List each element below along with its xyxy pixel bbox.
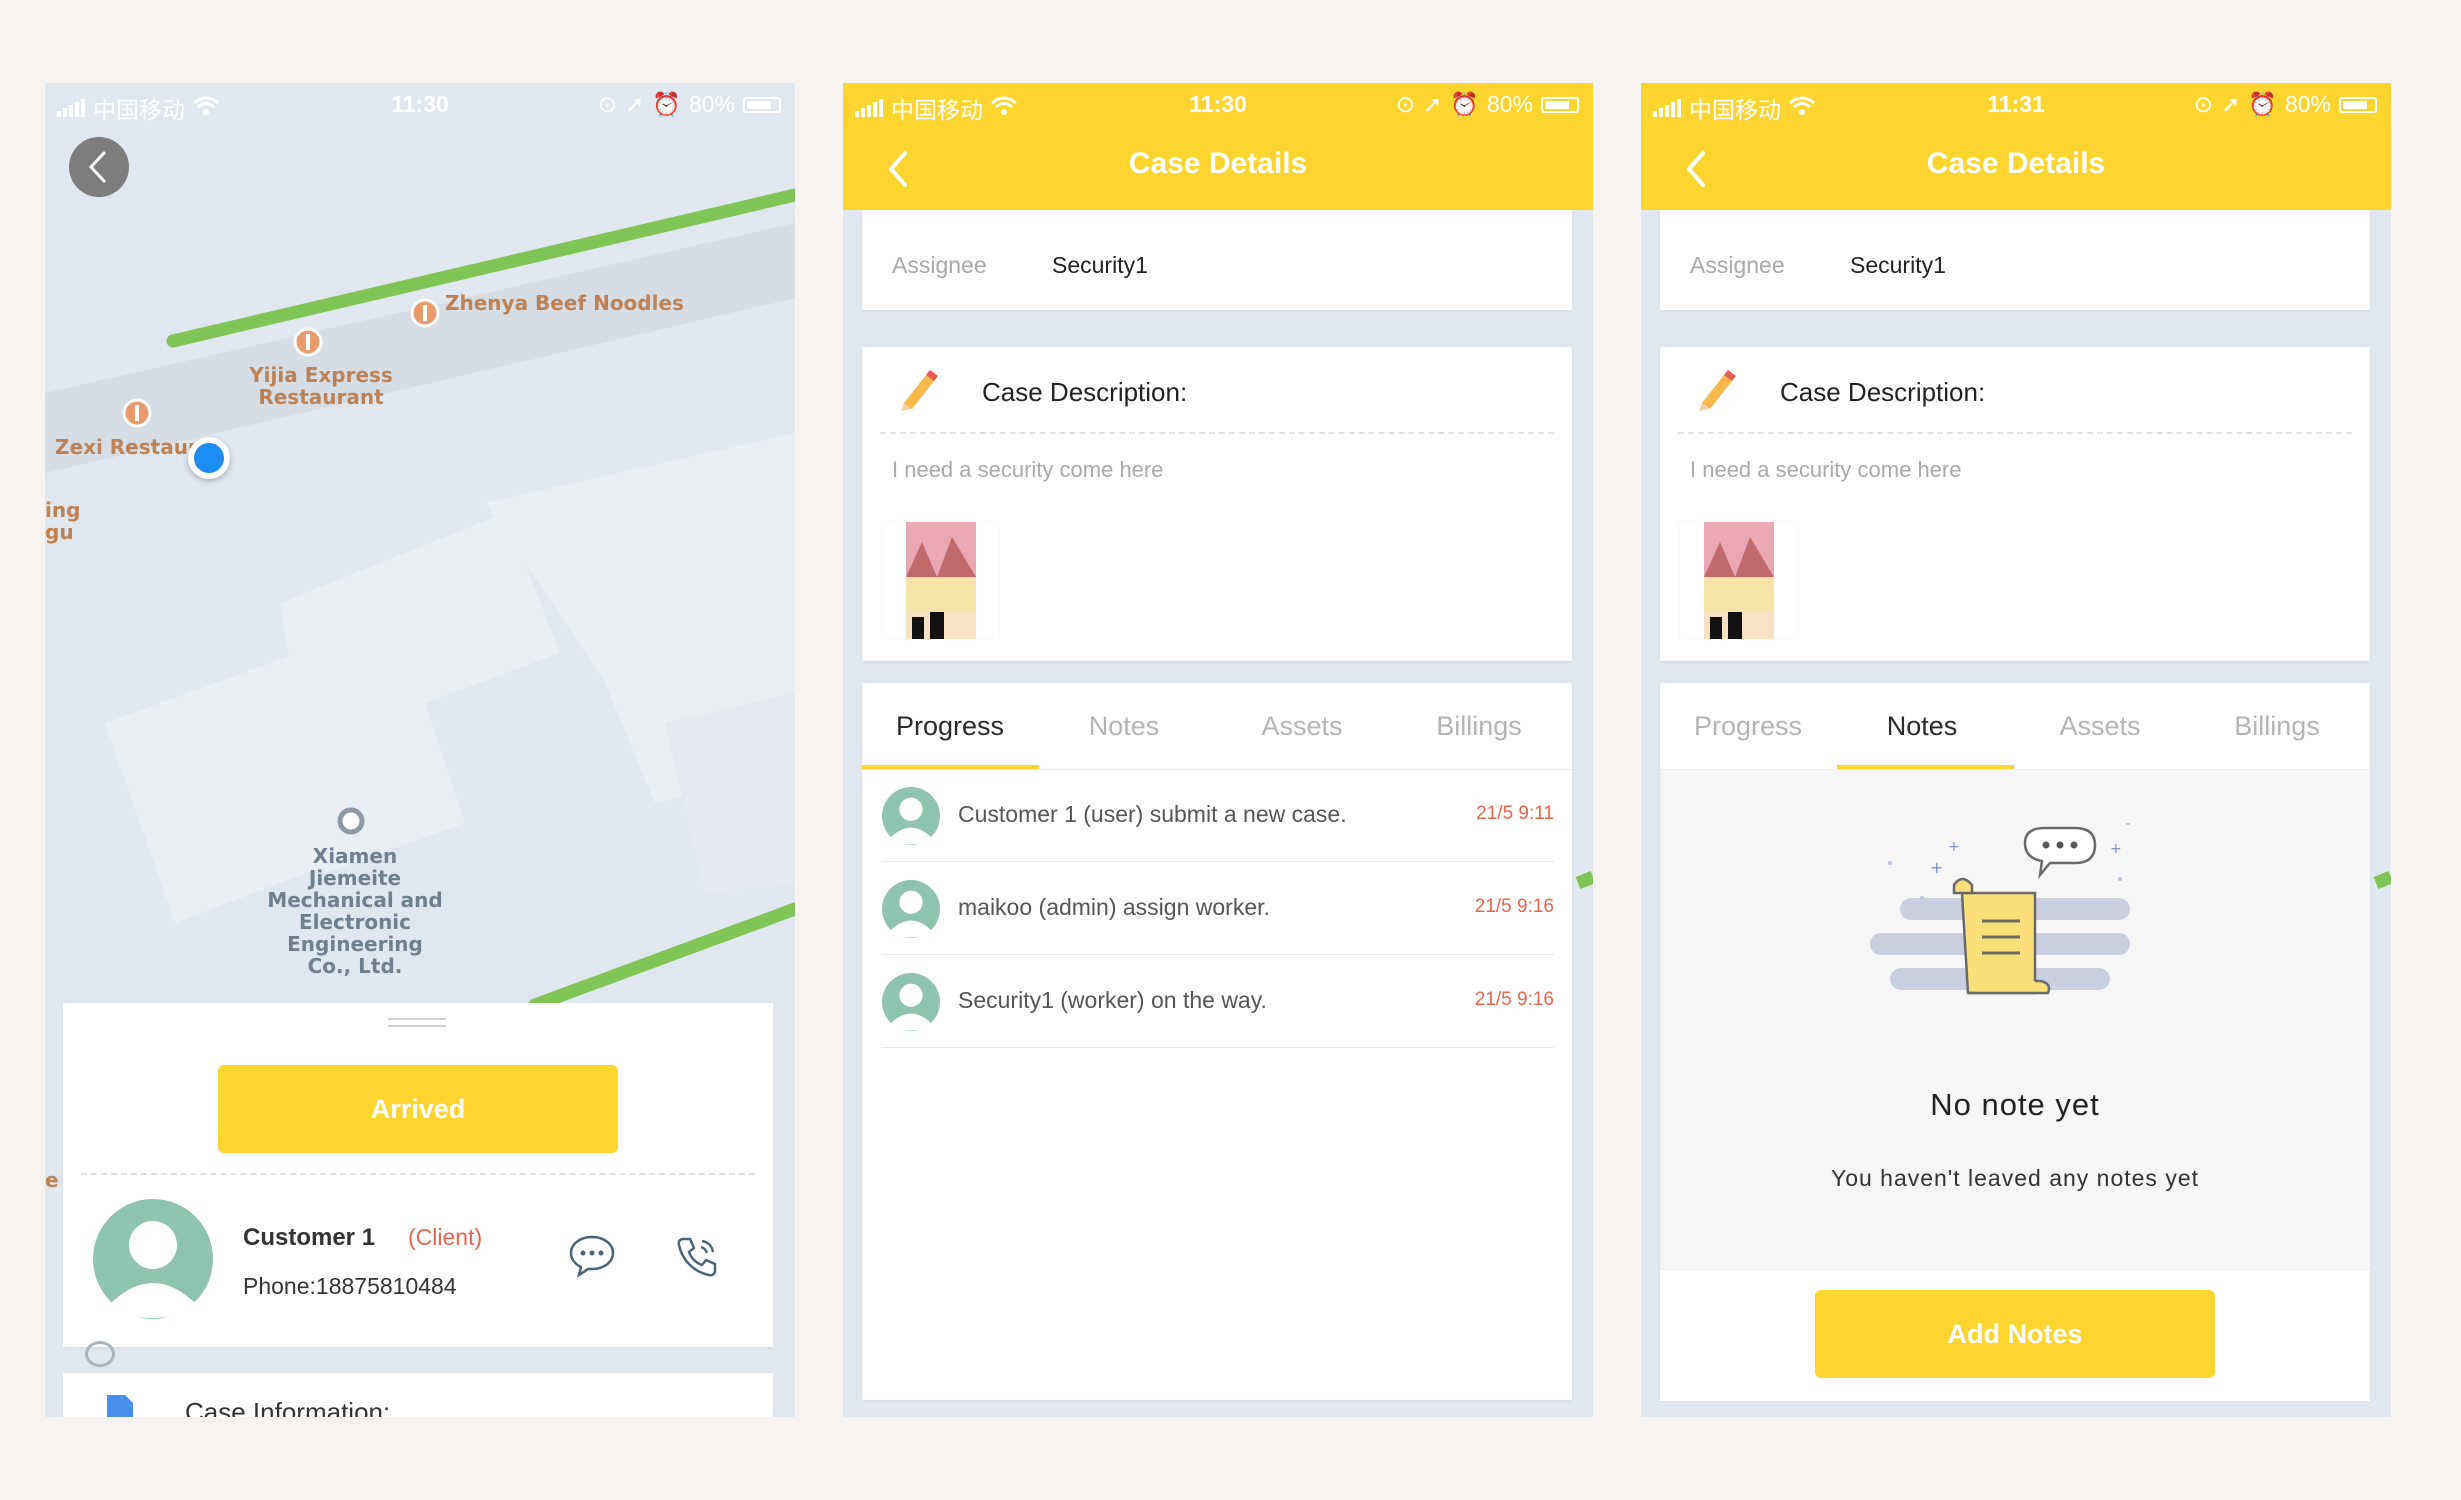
divider — [880, 432, 1554, 434]
battery-percent: 80% — [2284, 91, 2331, 117]
description-title: Case Description: — [1780, 377, 1986, 407]
avatar — [882, 880, 940, 938]
progress-text: maikoo (admin) assign worker. — [958, 894, 1270, 920]
tab-billings[interactable]: Billings — [2192, 711, 2362, 742]
phone-screen-map: Zhenya Beef Noodles Yijia Express Restau… — [45, 83, 795, 1417]
empty-title: No note yet — [1930, 1087, 2100, 1122]
phone-icon[interactable] — [675, 1235, 719, 1279]
alarm-icon: ⏰ — [2248, 91, 2277, 117]
phone-screen-case-notes: Case Details 中国移动 11:31 ⊙ ➚ ⏰ 80% Assign… — [1641, 83, 2391, 1417]
notes-footer: Add Notes — [1660, 1269, 2370, 1401]
progress-row: Security1 (worker) on the way. 21/5 9:16 — [882, 955, 1554, 1048]
tab-notes[interactable]: Notes — [1837, 711, 2007, 742]
poi-zexi-restaurant[interactable]: Zexi Restaur — [55, 436, 205, 458]
map-edge-label-2: e — [45, 1168, 59, 1192]
tab-bar: Progress Notes Assets Billings — [862, 683, 1572, 770]
alarm-icon: ⏰ — [1450, 91, 1479, 117]
poi-zhenya-beef-noodles[interactable]: Zhenya Beef Noodles — [445, 292, 684, 314]
progress-row: maikoo (admin) assign worker. 21/5 9:16 — [882, 862, 1554, 955]
lock-rotation-icon: ⊙ — [1395, 91, 1416, 117]
tab-progress[interactable]: Progress — [865, 711, 1035, 742]
page-title: Case Details — [1926, 147, 2106, 180]
arrived-button[interactable]: Arrived — [218, 1065, 618, 1153]
case-information-card[interactable]: Case Information: — [63, 1373, 773, 1417]
tab-billings[interactable]: Billings — [1394, 711, 1564, 742]
avatar — [93, 1199, 213, 1319]
page-title: Case Details — [1128, 147, 1308, 180]
battery-icon — [2339, 96, 2377, 113]
progress-time: 21/5 9:16 — [1474, 896, 1554, 917]
assignee-value: Security1 — [1052, 252, 1148, 278]
status-bar: 中国移动 11:30 ⊙ ➚ ⏰ 80% — [45, 83, 795, 125]
avatar — [882, 787, 940, 845]
map-edge-label: ing gu — [45, 498, 81, 544]
progress-text: Security1 (worker) on the way. — [958, 987, 1267, 1013]
status-bar: 中国移动 11:31 ⊙ ➚ ⏰ 80% — [1641, 83, 2391, 125]
assignee-label: Assignee — [1690, 252, 1785, 278]
assignee-card: Assignee Security1 — [862, 210, 1572, 310]
customer-sheet: Arrived Customer 1 (Client) Phone:188758… — [63, 1003, 773, 1347]
location-arrow-icon: ➚ — [2221, 91, 2241, 117]
progress-time: 21/5 9:11 — [1476, 803, 1554, 824]
progress-row: Customer 1 (user) submit a new case. 21/… — [882, 769, 1554, 862]
document-icon — [107, 1395, 133, 1417]
alarm-icon: ⏰ — [652, 91, 681, 117]
svg-text:+: + — [2110, 841, 2122, 857]
description-title: Case Description: — [982, 377, 1188, 407]
tab-bar: Progress Notes Assets Billings — [1660, 683, 2370, 770]
active-tab-indicator — [1837, 765, 2014, 769]
customer-role: (Client) — [408, 1224, 483, 1250]
tab-progress[interactable]: Progress — [1663, 711, 1833, 742]
tab-assets[interactable]: Assets — [1217, 711, 1387, 742]
pencil-icon — [901, 370, 938, 411]
divider — [1678, 432, 2352, 434]
location-arrow-icon: ➚ — [625, 91, 645, 117]
phone-screen-case-progress: Case Details 中国移动 11:30 ⊙ ➚ ⏰ 80% Assign… — [843, 83, 1593, 1417]
poi-yijia-express[interactable]: Yijia Express Restaurant — [231, 364, 411, 408]
description-card: Case Description: I need a security come… — [862, 347, 1572, 661]
add-notes-button[interactable]: Add Notes — [1815, 1290, 2215, 1378]
pencil-icon — [1699, 370, 1736, 411]
battery-icon — [1541, 96, 1579, 113]
empty-notes-illustration: + + + — [1870, 823, 2130, 995]
drag-handle[interactable] — [388, 1018, 446, 1027]
tab-notes[interactable]: Notes — [1039, 711, 1209, 742]
svg-text:+: + — [1930, 858, 1943, 877]
back-button[interactable] — [69, 137, 129, 197]
battery-icon — [743, 96, 781, 113]
case-photo-thumbnail[interactable] — [1680, 522, 1797, 639]
map-location-icon — [85, 1341, 115, 1367]
photo-image — [1704, 522, 1774, 639]
chevron-left-icon — [88, 151, 106, 183]
customer-name: Customer 1 — [243, 1224, 376, 1251]
description-text: I need a security come here — [892, 457, 1164, 482]
empty-subtitle: You haven't leaved any notes yet — [1830, 1165, 2199, 1191]
lock-rotation-icon: ⊙ — [2193, 91, 2214, 117]
tab-assets[interactable]: Assets — [2015, 711, 2185, 742]
svg-text:+: + — [1948, 839, 1960, 855]
photo-image — [906, 522, 976, 639]
progress-panel: Progress Notes Assets Billings Customer … — [862, 683, 1572, 1400]
battery-percent: 80% — [688, 91, 735, 117]
location-arrow-icon: ➚ — [1423, 91, 1443, 117]
current-location-marker — [188, 437, 230, 479]
assignee-value: Security1 — [1850, 252, 1946, 278]
assignee-card: Assignee Security1 — [1660, 210, 2370, 310]
description-text: I need a security come here — [1690, 457, 1962, 482]
chat-bubble-icon[interactable] — [568, 1234, 616, 1278]
case-information-title: Case Information: — [185, 1397, 391, 1417]
customer-phone: Phone:18875810484 — [243, 1273, 457, 1299]
poi-xiamen-jiemeite[interactable]: Xiamen Jiemeite Mechanical and Electroni… — [265, 845, 445, 977]
progress-text: Customer 1 (user) submit a new case. — [958, 801, 1347, 827]
avatar — [882, 973, 940, 1031]
description-card: Case Description: I need a security come… — [1660, 347, 2370, 661]
assignee-label: Assignee — [892, 252, 987, 278]
divider — [81, 1173, 755, 1175]
progress-time: 21/5 9:16 — [1474, 989, 1554, 1010]
case-photo-thumbnail[interactable] — [882, 522, 999, 639]
notes-panel: Progress Notes Assets Billings + + + No … — [1660, 683, 2370, 1401]
battery-percent: 80% — [1486, 91, 1533, 117]
status-bar: 中国移动 11:30 ⊙ ➚ ⏰ 80% — [843, 83, 1593, 125]
lock-rotation-icon: ⊙ — [597, 91, 618, 117]
